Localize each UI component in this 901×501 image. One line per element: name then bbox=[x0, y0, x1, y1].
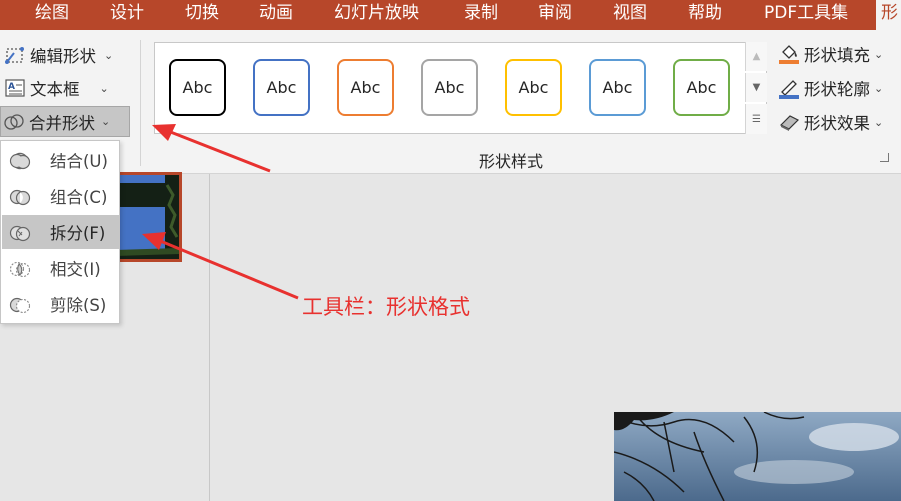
text-box-button[interactable]: A 文本框 ⌄ bbox=[2, 74, 109, 102]
tab-transitions[interactable]: 切换 bbox=[185, 0, 219, 30]
slide-photo[interactable] bbox=[614, 412, 901, 501]
shape-effects-button[interactable]: 形状效果 ⌄ bbox=[776, 108, 883, 136]
slide-thumbnail[interactable] bbox=[112, 172, 182, 262]
annotation-callout: 工具栏：形状格式 bbox=[302, 295, 470, 319]
edit-shape-label: 编辑形状 bbox=[30, 47, 96, 66]
menu-item-label: 结合(U) bbox=[50, 152, 108, 171]
menu-item-label: 相交(I) bbox=[50, 260, 101, 279]
tab-record[interactable]: 录制 bbox=[464, 0, 498, 30]
tab-design[interactable]: 设计 bbox=[110, 0, 144, 30]
merge-shapes-menu: 结合(U) 组合(C) 拆分(F) 相交(I) 剪除(S) bbox=[0, 140, 120, 324]
shape-fill-button[interactable]: 形状填充 ⌄ bbox=[776, 40, 883, 68]
shape-fill-label: 形状填充 bbox=[804, 46, 870, 65]
shape-style-swatch[interactable]: Abc bbox=[421, 59, 478, 116]
subtract-icon bbox=[9, 297, 31, 314]
gallery-more-icon[interactable]: ☰ bbox=[745, 104, 767, 134]
tab-slide-show[interactable]: 幻灯片放映 bbox=[334, 0, 419, 30]
chevron-down-icon: ⌄ bbox=[104, 48, 114, 62]
shape-style-swatch[interactable]: Abc bbox=[337, 59, 394, 116]
tab-animations[interactable]: 动画 bbox=[259, 0, 293, 30]
text-box-label: 文本框 bbox=[30, 80, 80, 99]
merge-shapes-label: 合并形状 bbox=[29, 113, 95, 133]
chevron-down-icon: ⌄ bbox=[874, 81, 884, 95]
shape-styles-group-label: 形状样式 bbox=[479, 152, 544, 171]
tab-pdf-tools[interactable]: PDF工具集 bbox=[764, 0, 848, 30]
tab-view[interactable]: 视图 bbox=[613, 0, 647, 30]
merge-shapes-icon bbox=[3, 111, 25, 133]
tab-draw[interactable]: 绘图 bbox=[35, 0, 69, 30]
text-box-icon: A bbox=[4, 77, 26, 99]
edit-shape-button[interactable]: 编辑形状 ⌄ bbox=[2, 41, 113, 69]
shape-style-swatch[interactable]: Abc bbox=[673, 59, 730, 116]
union-icon bbox=[9, 152, 31, 170]
menu-item-label: 拆分(F) bbox=[50, 224, 106, 243]
shape-outline-label: 形状轮廓 bbox=[804, 80, 870, 99]
shape-style-swatch[interactable]: Abc bbox=[169, 59, 226, 116]
chevron-down-icon: ⌄ bbox=[874, 115, 884, 129]
tab-help[interactable]: 帮助 bbox=[688, 0, 722, 30]
ribbon-tab-bar: 绘图 设计 切换 动画 幻灯片放映 录制 审阅 视图 帮助 PDF工具集 形 bbox=[0, 0, 901, 30]
menu-item-combine[interactable]: 组合(C) bbox=[2, 179, 119, 213]
chevron-down-icon: ⌄ bbox=[101, 115, 111, 128]
tab-shape-format[interactable]: 形 bbox=[876, 0, 901, 30]
edit-shape-icon bbox=[4, 44, 26, 66]
shape-style-gallery: Abc Abc Abc Abc Abc Abc Abc bbox=[154, 42, 767, 134]
pen-icon bbox=[778, 77, 800, 99]
intersect-icon bbox=[9, 261, 31, 278]
menu-item-label: 组合(C) bbox=[50, 188, 108, 207]
shape-style-swatch[interactable]: Abc bbox=[505, 59, 562, 116]
chevron-down-icon: ⌄ bbox=[99, 81, 109, 95]
ribbon: 编辑形状 ⌄ A 文本框 ⌄ 合并形状 ⌄ Abc Abc Abc Abc Ab bbox=[0, 30, 901, 174]
fragment-icon bbox=[9, 225, 31, 242]
dialog-launcher-icon[interactable] bbox=[880, 153, 889, 162]
menu-item-label: 剪除(S) bbox=[50, 296, 107, 315]
shape-outline-button[interactable]: 形状轮廓 ⌄ bbox=[776, 74, 883, 102]
merge-shapes-button[interactable]: 合并形状 ⌄ bbox=[0, 106, 130, 137]
gallery-scroll-up-icon[interactable]: ▲ bbox=[745, 42, 767, 71]
tab-review[interactable]: 审阅 bbox=[538, 0, 572, 30]
menu-item-union[interactable]: 结合(U) bbox=[2, 143, 119, 177]
paint-bucket-icon bbox=[778, 43, 800, 65]
shape-style-swatch[interactable]: Abc bbox=[253, 59, 310, 116]
group-divider bbox=[140, 40, 141, 166]
shape-effects-label: 形状效果 bbox=[804, 114, 870, 133]
gallery-scroll-down-icon[interactable]: ▼ bbox=[745, 73, 767, 102]
shape-effects-icon bbox=[778, 111, 800, 133]
chevron-down-icon: ⌄ bbox=[874, 47, 884, 61]
menu-item-intersect[interactable]: 相交(I) bbox=[2, 251, 119, 285]
combine-icon bbox=[9, 189, 31, 206]
shape-style-swatch[interactable]: Abc bbox=[589, 59, 646, 116]
menu-item-fragment[interactable]: 拆分(F) bbox=[2, 215, 119, 249]
menu-item-subtract[interactable]: 剪除(S) bbox=[2, 287, 119, 321]
